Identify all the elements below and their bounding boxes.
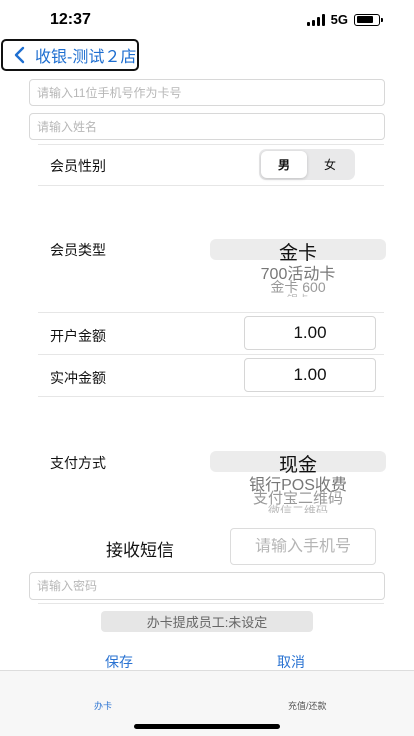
divider (38, 396, 384, 397)
sms-phone-field[interactable] (230, 528, 376, 565)
opening-amount-input[interactable]: 1.00 (244, 316, 376, 350)
divider (38, 354, 384, 355)
battery-icon (354, 13, 383, 26)
member-type-option[interactable]: 银卡 (210, 291, 386, 297)
gender-option-female[interactable]: 女 (307, 151, 353, 178)
payment-picker[interactable]: 现金 银行POS收费 支付宝二维码 微信二维码 (210, 451, 386, 513)
opening-amount-label: 开户金额 (50, 328, 106, 344)
chevron-left-icon (14, 46, 25, 64)
cancel-button[interactable]: 取消 (277, 652, 305, 672)
gender-segmented-control[interactable]: 男 女 (259, 149, 355, 180)
sms-phone-input[interactable] (238, 537, 368, 556)
staff-commission-button[interactable]: 办卡提成员工:未设定 (101, 611, 313, 632)
divider (38, 603, 384, 604)
card-phone-field[interactable] (29, 79, 385, 106)
payment-option[interactable]: 微信二维码 (210, 502, 386, 513)
password-field[interactable] (29, 572, 385, 600)
gender-option-male[interactable]: 男 (261, 151, 307, 178)
divider (38, 144, 384, 145)
status-bar: 12:37 5G (0, 0, 414, 38)
sms-label: 接收短信 (106, 541, 174, 560)
actual-charge-input[interactable]: 1.00 (244, 358, 376, 392)
member-type-picker[interactable]: 金卡 700活动卡 金卡 600 银卡 (210, 239, 386, 297)
network-type: 5G (330, 12, 348, 27)
nav-title: 收银-测试２店 (35, 49, 137, 66)
divider (38, 312, 384, 313)
signal-icon (306, 13, 325, 26)
status-indicators: 5G (306, 12, 383, 27)
gender-label: 会员性别 (50, 158, 106, 174)
actual-charge-label: 实冲金额 (50, 370, 106, 386)
status-time: 12:37 (50, 11, 91, 28)
save-button[interactable]: 保存 (105, 652, 133, 672)
password-input[interactable] (37, 579, 384, 593)
name-input[interactable] (37, 119, 384, 134)
back-button[interactable]: 收银-测试２店 (1, 39, 139, 71)
name-field[interactable] (29, 113, 385, 140)
card-phone-input[interactable] (37, 85, 384, 100)
home-indicator (134, 724, 280, 729)
member-type-label: 会员类型 (50, 242, 106, 258)
payment-label: 支付方式 (50, 455, 106, 471)
tab-open-card[interactable]: 办卡 (94, 699, 112, 712)
tab-recharge[interactable]: 充值/还款 (288, 699, 327, 712)
divider (38, 185, 384, 186)
